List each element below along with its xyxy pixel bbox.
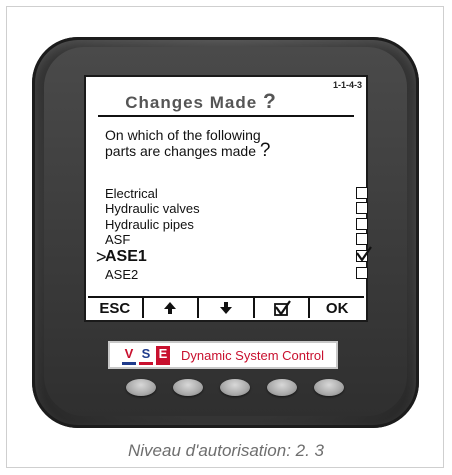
option-hydraulic-valves[interactable]: Hydraulic valves [105, 201, 200, 216]
hardware-button-3[interactable] [220, 379, 250, 396]
vse-logo: V S E [122, 345, 173, 365]
lcd-screen: 1-1-4-3 Changes Made ? On which of the f… [84, 75, 372, 322]
option-electrical[interactable]: Electrical [105, 186, 158, 201]
hardware-button-2[interactable] [173, 379, 203, 396]
question-text: On which of the following parts are chan… [105, 127, 335, 161]
option-ase2[interactable]: ASE2 [105, 267, 138, 282]
screen-title-text: Changes Made [125, 93, 258, 112]
logo-text: Dynamic System Control [181, 347, 325, 363]
screen-title: Changes Made ? [86, 90, 316, 114]
checkbox-asf[interactable] [356, 233, 368, 245]
question-line-2: parts are changes made [105, 143, 256, 159]
checkbox-ase1[interactable] [356, 246, 372, 262]
hardware-button-5[interactable] [314, 379, 344, 396]
option-hydraulic-pipes[interactable]: Hydraulic pipes [105, 217, 194, 232]
logo-letter-e: E [156, 345, 170, 365]
checkmark-icon [356, 246, 372, 262]
checkbox-hydraulic-pipes[interactable] [356, 218, 368, 230]
option-ase1[interactable]: ASE1 [105, 249, 147, 265]
hardware-button-1[interactable] [126, 379, 156, 396]
softkey-esc[interactable]: ESC [88, 298, 144, 318]
softkey-bar: ESC OK [88, 296, 364, 318]
checkbox-electrical[interactable] [356, 187, 368, 199]
brand-logo-bar: V S E Dynamic System Control [108, 341, 338, 369]
logo-letter-s: S [139, 346, 153, 365]
screen-code: 1-1-4-3 [332, 80, 362, 90]
softkey-up[interactable] [143, 298, 200, 318]
checkbox-ase2[interactable] [356, 267, 368, 279]
option-asf[interactable]: ASF [105, 232, 130, 247]
down-arrow-icon [219, 302, 232, 314]
up-arrow-icon [164, 302, 177, 314]
question-mark: ? [259, 140, 271, 161]
softkey-check[interactable] [254, 298, 311, 318]
caption: Niveau d'autorisation: 2. 3 [127, 441, 325, 460]
hardware-button-4[interactable] [267, 379, 297, 396]
softkey-ok[interactable]: OK [310, 298, 364, 318]
screen-title-mark: ? [262, 90, 277, 113]
title-divider [98, 115, 354, 117]
checkmark-box-icon [273, 300, 291, 316]
logo-letter-v: V [122, 346, 136, 365]
checkbox-hydraulic-valves[interactable] [356, 202, 368, 214]
question-line-1: On which of the following [105, 127, 261, 143]
softkey-down[interactable] [199, 298, 255, 318]
